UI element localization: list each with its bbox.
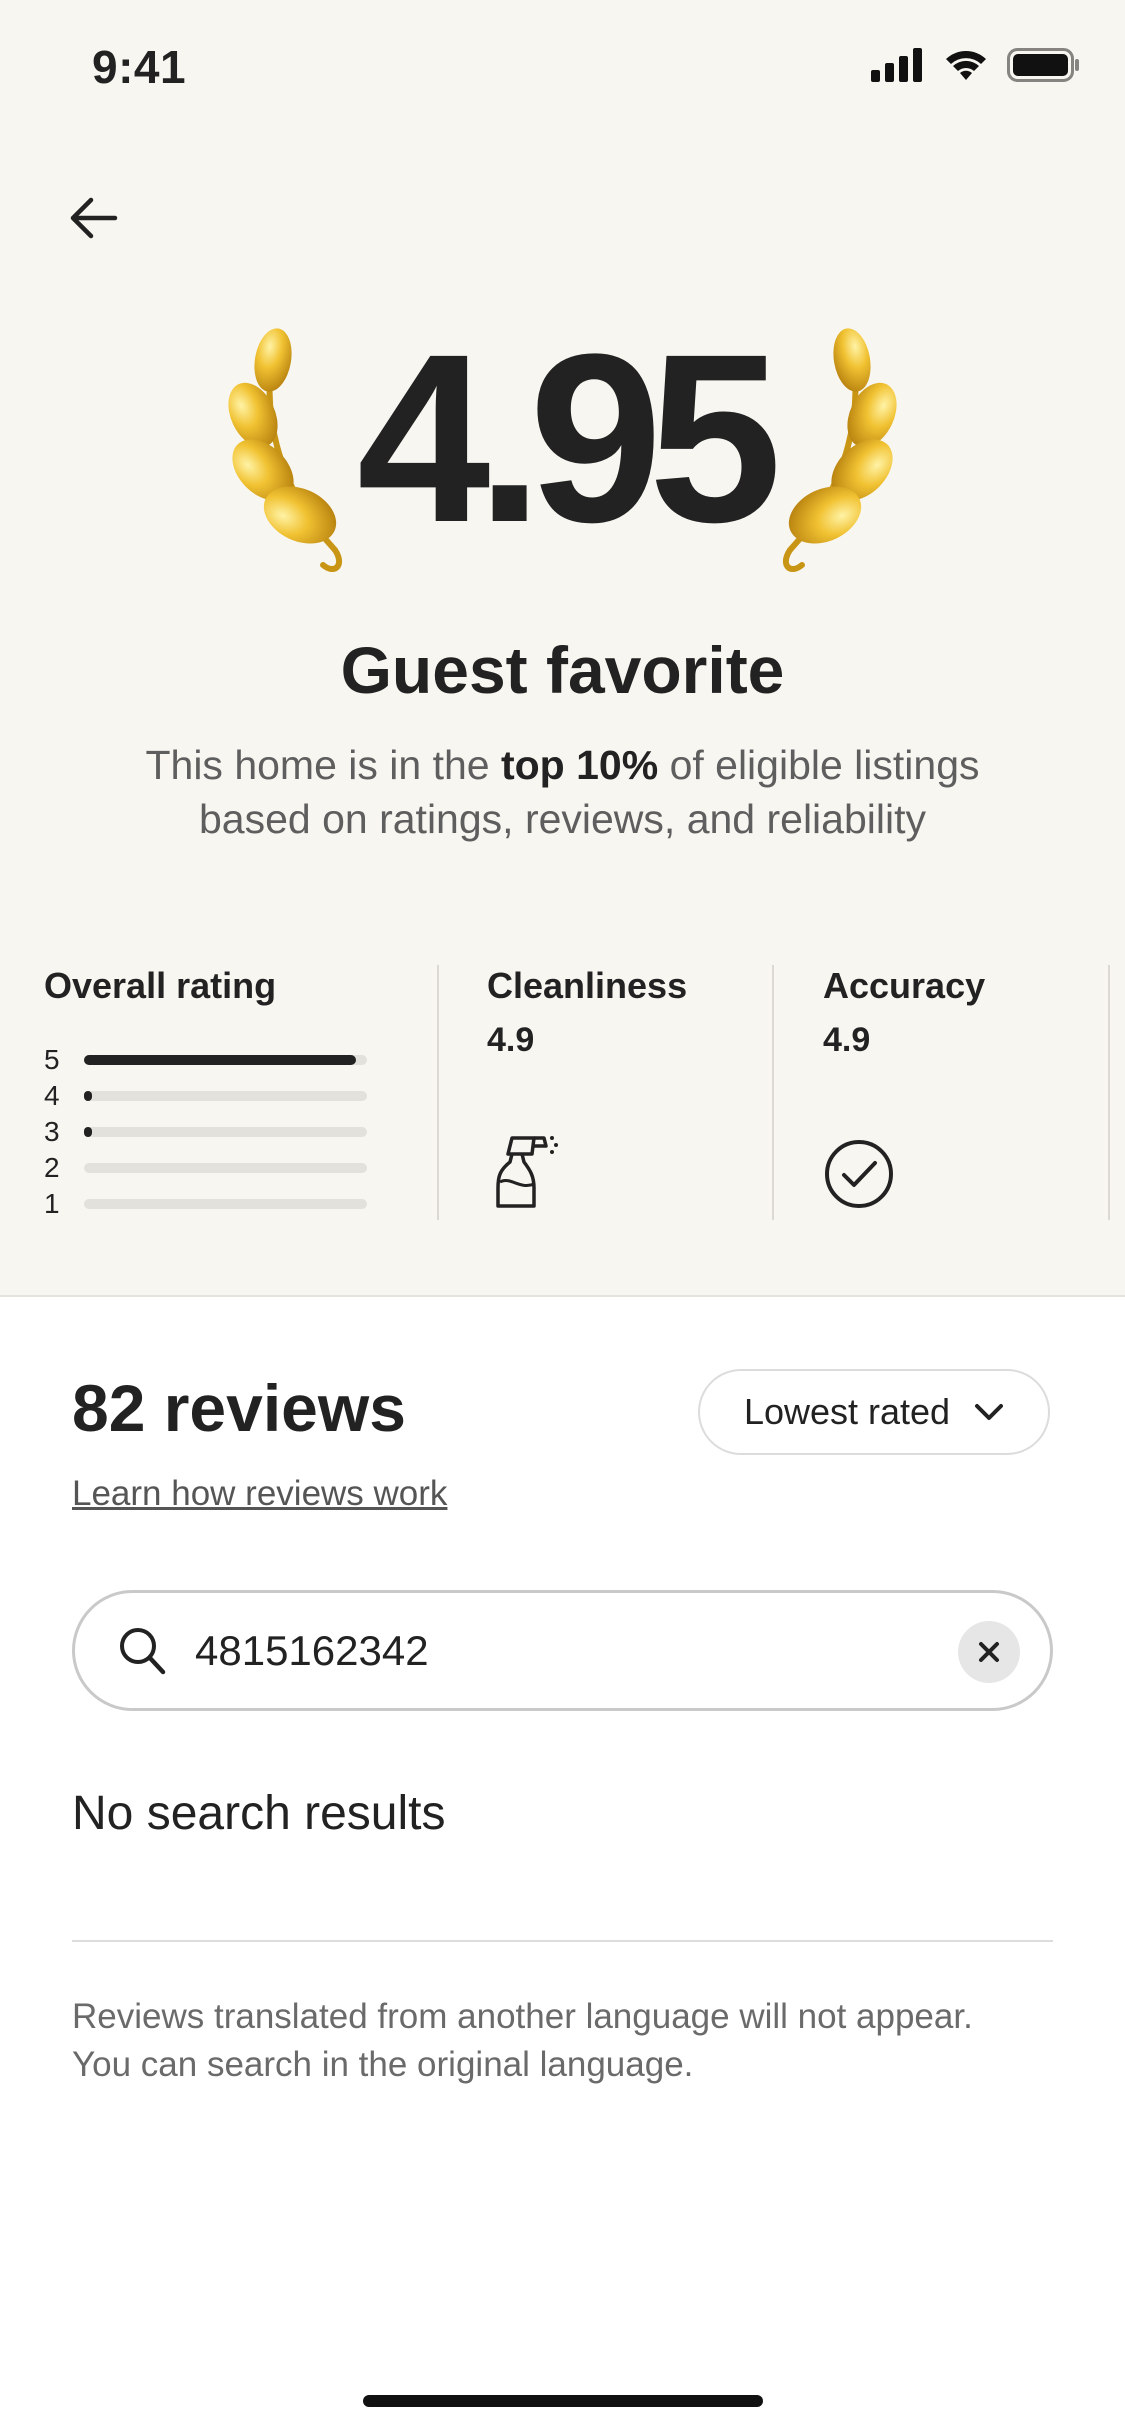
search-icon	[120, 1628, 166, 1675]
review-search-box	[72, 1590, 1053, 1711]
distribution-row: 5	[44, 1042, 367, 1078]
description-prefix: This home is in the	[145, 742, 501, 788]
distribution-row: 1	[44, 1186, 367, 1222]
sort-dropdown[interactable]: Lowest rated	[698, 1369, 1050, 1455]
star-label: 1	[44, 1188, 60, 1219]
accuracy-value: 4.9	[823, 1021, 871, 1059]
back-button[interactable]	[64, 188, 124, 248]
accuracy-column: Accuracy 4.9	[823, 965, 1103, 1220]
reviews-count: 82 reviews	[72, 1371, 406, 1445]
clear-search-button[interactable]	[958, 1621, 1020, 1683]
distribution-fill	[84, 1127, 92, 1137]
description-highlight: top 10%	[500, 742, 659, 788]
distribution-fill	[84, 1091, 93, 1101]
no-search-results-text: No search results	[72, 1787, 446, 1840]
status-icons	[871, 48, 1081, 82]
column-divider	[437, 965, 439, 1220]
star-label: 2	[44, 1152, 60, 1183]
guest-favorite-title: Guest favorite	[340, 633, 785, 707]
check-circle-icon	[825, 1140, 893, 1208]
close-icon	[979, 1642, 999, 1662]
home-indicator	[363, 2395, 763, 2407]
star-label: 4	[44, 1080, 60, 1111]
section-divider	[72, 1940, 1053, 1942]
star-label: 3	[44, 1116, 60, 1147]
distribution-track	[84, 1055, 367, 1065]
spray-bottle-icon	[496, 1136, 558, 1208]
overall-rating-label: Overall rating	[44, 965, 277, 1006]
status-time: 9:41	[92, 41, 187, 93]
learn-how-reviews-work-link[interactable]: Learn how reviews work	[72, 1474, 447, 1514]
column-divider	[772, 965, 774, 1220]
overall-rating-column: Overall rating 5 4 3 2 1	[44, 965, 424, 1220]
guest-favorite-description: This home is in the top 10% of eligible …	[100, 738, 1025, 846]
chevron-down-icon	[975, 1404, 1004, 1420]
distribution-track	[84, 1091, 367, 1101]
distribution-track	[84, 1127, 367, 1137]
arrow-left-icon	[70, 197, 118, 239]
translation-footnote: Reviews translated from another language…	[72, 1993, 1072, 2089]
footnote-line: Reviews translated from another language…	[72, 1997, 973, 2036]
distribution-track	[84, 1163, 367, 1173]
review-search-input[interactable]	[193, 1615, 897, 1687]
distribution-row: 4	[44, 1078, 367, 1114]
distribution-track	[84, 1199, 367, 1209]
sort-label: Lowest rated	[743, 1391, 951, 1432]
distribution-row: 3	[44, 1114, 367, 1150]
footnote-line: You can search in the original language.	[72, 2045, 694, 2084]
overall-rating-value: 4.95	[356, 304, 782, 572]
battery-icon	[1007, 48, 1079, 82]
accuracy-label: Accuracy	[823, 965, 986, 1006]
cellular-signal-icon	[871, 48, 922, 82]
cleanliness-column: Cleanliness 4.9	[487, 965, 787, 1220]
distribution-row: 2	[44, 1150, 367, 1186]
wifi-icon	[946, 51, 986, 80]
rating-breakdown: Overall rating 5 4 3 2 1 Cleanliness 4.9…	[0, 965, 1125, 1220]
column-divider	[1108, 965, 1110, 1220]
guest-favorite-hero: 9:41 4.95 Guest favorite This home is in…	[0, 0, 1125, 1297]
cleanliness-label: Cleanliness	[487, 965, 688, 1006]
cleanliness-value: 4.9	[487, 1021, 535, 1059]
distribution-fill	[84, 1055, 356, 1065]
star-label: 5	[44, 1044, 60, 1075]
